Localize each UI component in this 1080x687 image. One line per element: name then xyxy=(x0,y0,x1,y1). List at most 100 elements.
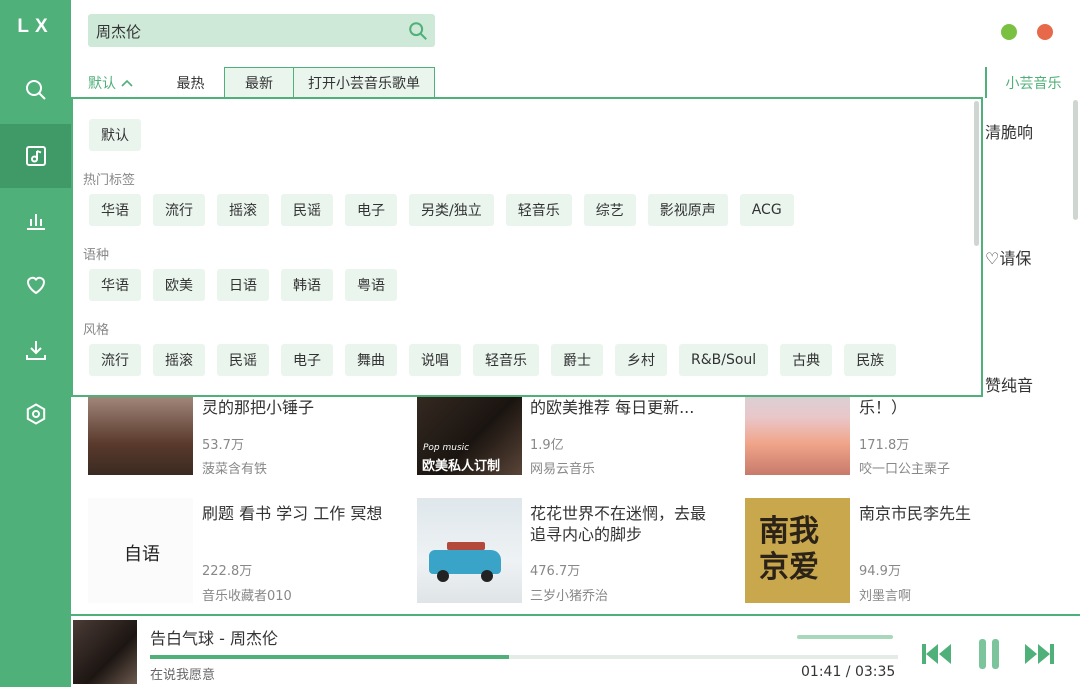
tag-dropdown-panel: 默认 热门标签 华语 流行 摇滚 民谣 电子 另类/独立 轻音乐 综艺 影视原声… xyxy=(71,97,983,397)
tag-dropdown-toggle[interactable]: 默认 xyxy=(71,67,157,98)
playlist-play-count: 476.7万 xyxy=(530,564,581,579)
sidebar-item-favorites[interactable] xyxy=(0,253,71,317)
sidebar-item-search[interactable] xyxy=(0,58,71,122)
previous-icon xyxy=(922,644,951,664)
playlist-title[interactable]: 灵的那把小锤子 xyxy=(202,397,392,418)
tag[interactable]: 综艺 xyxy=(583,194,636,226)
tag[interactable]: 影视原声 xyxy=(647,194,728,226)
app-logo: LX xyxy=(17,16,54,37)
chart-icon xyxy=(26,214,45,230)
pause-button[interactable] xyxy=(971,636,1007,672)
section-label-hot: 热门标签 xyxy=(83,173,136,188)
main-area: 周杰伦 灵的那把小锤子 53.7万 菠菜含有铁 Pop music 欧美私人订制… xyxy=(71,0,1080,687)
download-icon xyxy=(25,341,46,360)
pause-icon xyxy=(979,639,999,669)
playlist-cover[interactable]: 自语 xyxy=(88,498,193,603)
playlist-play-count: 53.7万 xyxy=(202,438,244,453)
playlist-cover[interactable]: 南我京爱 xyxy=(745,498,850,603)
playlist-title[interactable]: 刷题 看书 学习 工作 冥想 xyxy=(202,503,392,524)
playlist-author: 网易云音乐 xyxy=(530,462,596,477)
playlist-title[interactable]: 乐！） xyxy=(859,397,1049,418)
tag[interactable]: 轻音乐 xyxy=(473,344,539,376)
tag[interactable]: 说唱 xyxy=(409,344,461,376)
cover-caption: 南我京爱 xyxy=(759,514,819,585)
cover-caption: Pop music xyxy=(423,443,470,453)
search-icon xyxy=(25,80,46,100)
tag[interactable]: 电子 xyxy=(345,194,397,226)
playlist-author: 咬一口公主栗子 xyxy=(859,462,951,477)
tab-open-playlist[interactable]: 打开小芸音乐歌单 xyxy=(294,67,435,98)
progress-bar[interactable] xyxy=(150,655,898,659)
tag[interactable]: 华语 xyxy=(89,269,141,301)
music-list-icon xyxy=(25,146,46,166)
sort-tabs: 默认 最热 最新 打开小芸音乐歌单 xyxy=(71,67,435,98)
minimize-button[interactable] xyxy=(1001,24,1017,40)
tag[interactable]: 粤语 xyxy=(345,269,397,301)
volume-slider[interactable] xyxy=(797,635,893,639)
playlist-title[interactable]: 的欧美推荐 每日更新... xyxy=(530,397,720,418)
tag[interactable]: 欧美 xyxy=(153,269,205,301)
playlist-cover[interactable] xyxy=(417,498,522,603)
sidebar-item-settings[interactable] xyxy=(0,382,71,446)
tag[interactable]: 民族 xyxy=(844,344,897,376)
tag[interactable]: 韩语 xyxy=(281,269,333,301)
tag[interactable]: 流行 xyxy=(153,194,205,226)
now-playing-cover[interactable] xyxy=(73,620,137,684)
tag[interactable]: 轻音乐 xyxy=(505,194,572,226)
playlist-author: 刘墨言啊 xyxy=(859,589,912,604)
tag[interactable]: 舞曲 xyxy=(345,344,397,376)
tag[interactable]: 民谣 xyxy=(281,194,333,226)
heart-icon xyxy=(26,276,45,295)
cover-title: 欧美私人订制 xyxy=(422,459,501,474)
tag[interactable]: 电子 xyxy=(281,344,333,376)
playlist-author: 音乐收藏者010 xyxy=(202,589,292,604)
page-scrollbar[interactable] xyxy=(1073,100,1078,220)
tag[interactable]: 日语 xyxy=(217,269,269,301)
playlist-title-partial: 清脆响 xyxy=(985,123,1034,142)
playlist-title[interactable]: 南京市民李先生 xyxy=(859,503,1049,524)
section-label-language: 语种 xyxy=(83,248,110,263)
tag-dropdown-label: 默认 xyxy=(88,75,116,92)
next-button[interactable] xyxy=(1021,636,1057,672)
playlist-play-count: 222.8万 xyxy=(202,564,253,579)
playlist-title[interactable]: 花花世界不在迷惘，去最追寻内心的脚步 xyxy=(530,503,720,545)
now-playing-lyric: 在说我愿意 xyxy=(150,668,216,683)
source-selector[interactable]: 小芸音乐 xyxy=(985,67,1080,98)
tag[interactable]: 古典 xyxy=(780,344,833,376)
search-input[interactable]: 周杰伦 xyxy=(96,21,141,42)
cover-caption: 自语 xyxy=(124,544,160,565)
sidebar: LX xyxy=(0,0,71,687)
tab-hottest[interactable]: 最热 xyxy=(157,67,224,98)
section-label-style: 风格 xyxy=(83,323,110,338)
play-time: 01:41 / 03:35 xyxy=(801,664,896,680)
tag-default[interactable]: 默认 xyxy=(89,119,141,151)
dropdown-scrollbar[interactable] xyxy=(974,101,979,246)
sidebar-item-download[interactable] xyxy=(0,318,71,382)
sidebar-item-leaderboard[interactable] xyxy=(0,188,71,252)
tag[interactable]: 民谣 xyxy=(217,344,269,376)
tag[interactable]: 爵士 xyxy=(551,344,603,376)
search-bar[interactable]: 周杰伦 xyxy=(88,14,435,47)
playlist-author: 三岁小猪乔治 xyxy=(530,589,609,604)
tag[interactable]: 华语 xyxy=(89,194,141,226)
sidebar-item-playlist[interactable] xyxy=(0,124,71,188)
tag[interactable]: 另类/独立 xyxy=(409,194,494,226)
tag[interactable]: 摇滚 xyxy=(153,344,205,376)
tag[interactable]: 流行 xyxy=(89,344,141,376)
next-icon xyxy=(1025,644,1054,664)
tag[interactable]: ACG xyxy=(739,194,794,226)
previous-button[interactable] xyxy=(919,636,955,672)
tag[interactable]: 摇滚 xyxy=(217,194,269,226)
search-icon[interactable] xyxy=(407,20,429,42)
tag[interactable]: 乡村 xyxy=(615,344,667,376)
playlist-play-count: 94.9万 xyxy=(859,564,901,579)
playlist-author: 菠菜含有铁 xyxy=(202,462,268,477)
now-playing-title: 告白气球 - 周杰伦 xyxy=(150,629,278,648)
tag[interactable]: R&B/Soul xyxy=(679,344,769,376)
tab-newest[interactable]: 最新 xyxy=(224,67,294,98)
tag-row-hot: 华语 流行 摇滚 民谣 电子 另类/独立 轻音乐 综艺 影视原声 ACG xyxy=(89,194,794,226)
chevron-up-icon xyxy=(121,79,133,87)
close-button[interactable] xyxy=(1037,24,1053,40)
playlist-play-count: 171.8万 xyxy=(859,438,910,453)
player-bar: 告白气球 - 周杰伦 在说我愿意 01:41 / 03:35 xyxy=(71,614,1080,687)
